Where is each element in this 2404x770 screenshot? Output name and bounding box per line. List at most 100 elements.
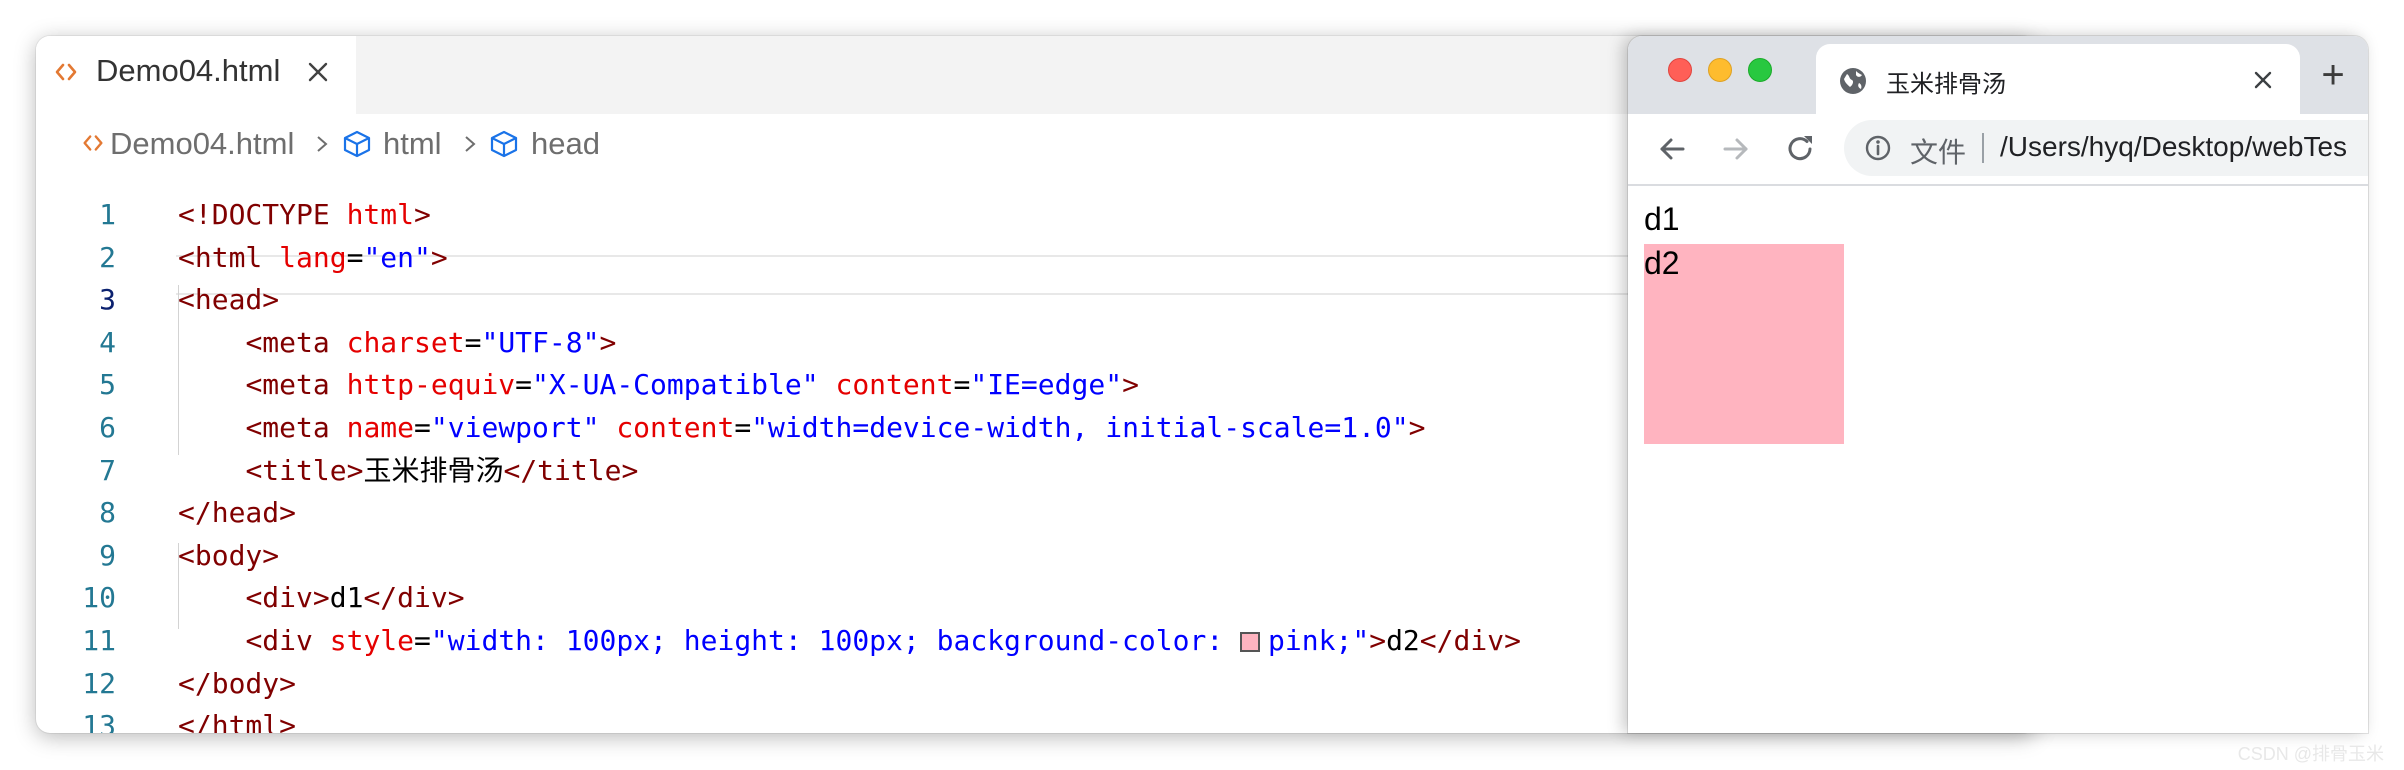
line-source: <meta charset="UTF-8"> [178, 322, 616, 364]
line-source: <div>d1</div> [178, 577, 465, 619]
line-source: <meta http-equiv="X-UA-Compatible" conte… [178, 364, 1139, 406]
code-token: "width=device-width, initial-scale=1.0" [751, 411, 1409, 444]
close-icon[interactable] [2252, 69, 2274, 91]
line-number: 10 [82, 581, 116, 615]
line-number: 7 [99, 453, 116, 487]
code-token: content [835, 368, 954, 402]
line-source: </body> [178, 663, 296, 705]
code-token: "UTF-8" [481, 325, 600, 359]
code-token: d1 [329, 581, 364, 615]
reload-icon[interactable] [1782, 131, 1818, 167]
line-number: 12 [82, 666, 116, 700]
code-token: = [734, 411, 752, 444]
code-token: <div [245, 624, 330, 657]
address-divider [1982, 133, 1984, 163]
code-token: d2 [1386, 624, 1420, 657]
code-token: charset [346, 325, 465, 359]
watermark: CSDN @排骨玉米 [2237, 744, 2384, 764]
code-token: "X-UA-Compatible" [532, 368, 819, 402]
code-token: = [346, 240, 364, 274]
line-source: <head> [178, 279, 279, 321]
code-token: </html> [178, 709, 297, 733]
code-token: = [953, 368, 971, 402]
code-token: = [414, 624, 431, 657]
code-token: </title> [503, 453, 639, 487]
code-token: lang [279, 240, 347, 274]
line-number: 9 [99, 538, 116, 572]
code-token: > [1122, 368, 1139, 402]
code-token: </div> [1419, 624, 1521, 657]
window-zoom-button[interactable] [1748, 58, 1772, 82]
browser-window: 玉米排骨汤 + 文件 /Users/hyq/Desktop/webTes d1 … [1628, 36, 2368, 733]
code-token: <html [178, 240, 280, 274]
page-div-d1: d1 [1644, 201, 1680, 237]
window-minimize-button[interactable] [1708, 58, 1732, 82]
code-token: </body> [178, 666, 297, 700]
new-tab-button[interactable]: + [2316, 54, 2350, 96]
code-token: > [1408, 411, 1426, 444]
url-text[interactable]: /Users/hyq/Desktop/webTes [2000, 131, 2347, 163]
code-token: <head> [178, 283, 280, 317]
tab-title: 玉米排骨汤 [1886, 71, 2006, 98]
code-token: > [430, 240, 448, 274]
window-close-button[interactable] [1668, 58, 1692, 82]
code-token: > [414, 198, 431, 231]
line-number: 1 [99, 198, 116, 231]
line-source: <div style="width: 100px; height: 100px;… [178, 620, 1521, 662]
code-token: = [414, 411, 431, 444]
code-token: <meta [245, 325, 347, 359]
line-number: 6 [99, 411, 116, 444]
url-scheme-label: 文件 [1910, 137, 1967, 168]
address-bar[interactable]: 文件 /Users/hyq/Desktop/webTes [1844, 120, 2368, 176]
code-token: "IE=edge" [970, 368, 1123, 402]
line-source: <html lang="en"> [178, 237, 448, 279]
code-token: <title> [245, 453, 364, 487]
line-number: 8 [99, 496, 116, 530]
line-number: 13 [82, 709, 116, 733]
code-token: name [346, 411, 415, 444]
line-source: </html> [178, 705, 296, 733]
color-swatch[interactable] [1240, 632, 1261, 652]
line-source: <!DOCTYPE html> [178, 194, 431, 236]
code-token: "width: 100px; height: 100px; background… [430, 624, 1241, 657]
browser-tab[interactable]: 玉米排骨汤 [1816, 44, 2300, 114]
back-arrow-icon[interactable] [1654, 131, 1690, 167]
code-token: "viewport" [430, 411, 600, 444]
code-token: <meta [245, 411, 347, 444]
code-token: 玉米排骨汤 [363, 453, 504, 487]
forward-arrow-icon[interactable] [1718, 131, 1754, 167]
code-token: = [464, 325, 482, 359]
code-token: <body> [178, 538, 280, 572]
code-token: content [616, 411, 735, 444]
line-source: <body> [178, 535, 279, 577]
code-token: <div> [245, 581, 330, 615]
line-number: 11 [82, 624, 116, 657]
line-number: 2 [99, 240, 116, 274]
code-token: pink;" [1268, 624, 1370, 657]
code-token: "en" [363, 240, 431, 274]
code-token: </head> [178, 496, 297, 530]
page-div-d2-pink-box: d2 [1644, 244, 1844, 444]
line-source: <meta name="viewport" content="width=dev… [178, 407, 1426, 449]
code-token: = [515, 368, 533, 402]
globe-icon [1840, 68, 1866, 94]
code-token: <!DOCTYPE [178, 198, 347, 231]
code-token: http-equiv [346, 368, 516, 402]
code-token: > [1369, 624, 1387, 657]
line-number: 4 [99, 325, 116, 359]
info-icon[interactable] [1864, 134, 1892, 162]
code-token: style [329, 624, 415, 657]
line-number: 3 [99, 283, 116, 317]
line-source: <title>玉米排骨汤</title> [178, 450, 638, 492]
code-token: </div> [363, 581, 465, 615]
page-viewport: d1 d2 [1628, 186, 2368, 733]
code-token: > [599, 325, 617, 359]
